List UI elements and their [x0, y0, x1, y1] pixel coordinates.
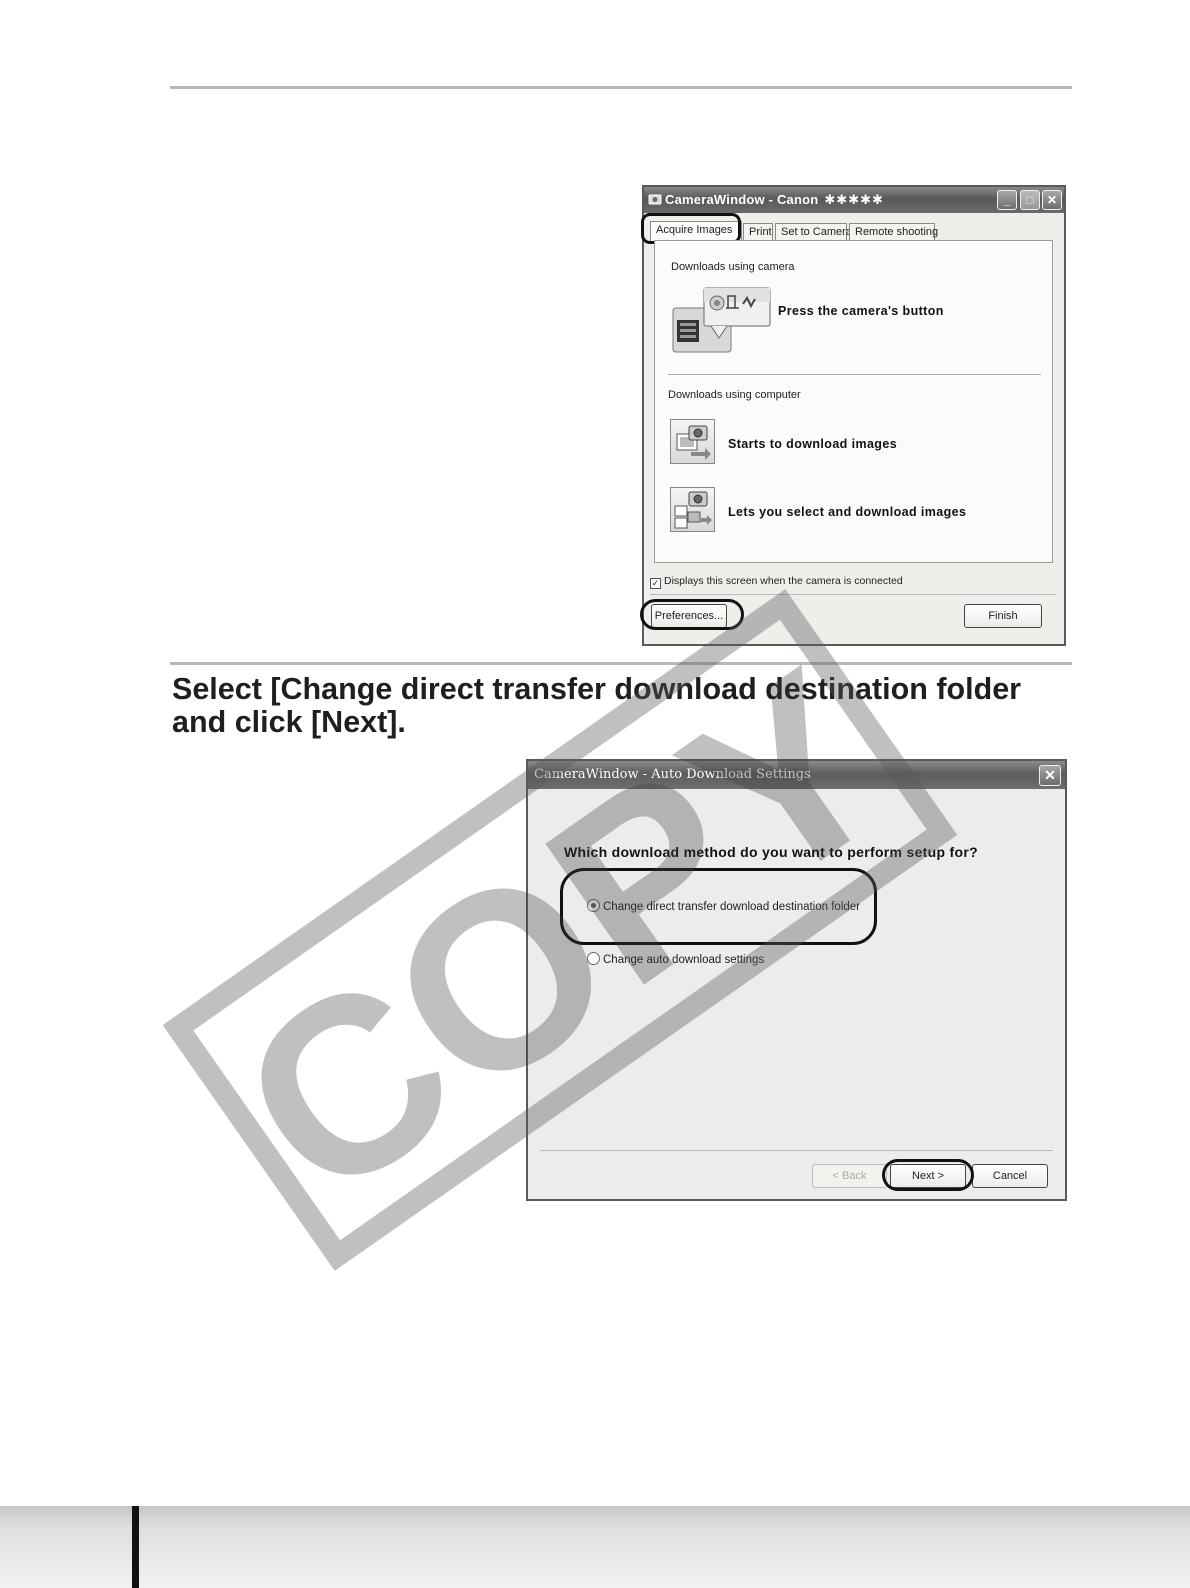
show-on-connect-row[interactable]: ✓ Displays this screen when the camera is…: [650, 575, 903, 589]
model-placeholder: ✱✱✱✱✱: [824, 192, 884, 207]
section-rule: [170, 662, 1072, 665]
finish-button[interactable]: Finish: [964, 604, 1042, 628]
download-images-icon: [676, 425, 711, 460]
footer-divider: [650, 594, 1056, 595]
select-download-label[interactable]: Lets you select and download images: [728, 505, 966, 519]
radio-auto-download-settings[interactable]: [587, 952, 600, 965]
start-download-label[interactable]: Starts to download images: [728, 437, 897, 451]
section-label-computer: Downloads using computer: [668, 389, 801, 401]
minimize-button[interactable]: _: [997, 190, 1017, 210]
close-button[interactable]: ✕: [1039, 765, 1061, 786]
footer-marker-bar: [132, 1506, 139, 1588]
back-button[interactable]: < Back: [812, 1164, 887, 1188]
footer-band: [0, 1506, 1190, 1588]
window-titlebar: CameraWindow - Auto Download Settings ✕: [528, 761, 1065, 789]
cancel-button[interactable]: Cancel: [972, 1164, 1048, 1188]
camerawindow-main-window: CameraWindow - Canon ✱✱✱✱✱ _ □ ✕ Acquire …: [640, 185, 1066, 646]
tab-print[interactable]: Print: [743, 223, 773, 241]
highlight-oval-option: [560, 868, 877, 945]
option-auto-download-settings-label: Change auto download settings: [603, 954, 765, 966]
start-download-icon-button[interactable]: [670, 419, 715, 464]
show-on-connect-label: Displays this screen when the camera is …: [664, 575, 903, 587]
acquire-images-panel: Downloads using camera Press the camera'…: [654, 240, 1053, 563]
select-download-icon-button[interactable]: [670, 487, 715, 532]
step-heading: Select [Change direct transfer download …: [172, 672, 1022, 739]
camera-app-icon: [648, 194, 662, 205]
section-label-camera: Downloads using camera: [671, 261, 795, 273]
auto-download-settings-window: CameraWindow - Auto Download Settings ✕ …: [526, 759, 1067, 1201]
window-title: CameraWindow - Auto Download Settings: [534, 767, 811, 782]
maximize-button[interactable]: □: [1020, 190, 1040, 210]
window-titlebar: CameraWindow - Canon ✱✱✱✱✱ _ □ ✕: [644, 187, 1064, 213]
highlight-oval-next: [882, 1159, 974, 1191]
option-auto-download-settings[interactable]: Change auto download settings: [587, 952, 764, 966]
close-button[interactable]: ✕: [1042, 190, 1062, 210]
show-on-connect-checkbox[interactable]: ✓: [650, 578, 661, 589]
footer-divider: [540, 1150, 1053, 1151]
camera-button-illustration: [672, 287, 771, 353]
highlight-oval-preferences: [640, 599, 744, 630]
section-divider: [668, 374, 1041, 375]
setup-question: Which download method do you want to per…: [564, 844, 978, 860]
tab-set-to-camera[interactable]: Set to Camera: [775, 223, 852, 241]
window-title: CameraWindow - Canon: [665, 192, 819, 207]
top-rule: [170, 86, 1072, 89]
camera-action-label: Press the camera's button: [778, 304, 944, 318]
select-images-icon: [674, 491, 712, 529]
tab-remote-shooting[interactable]: Remote shooting: [849, 223, 938, 241]
